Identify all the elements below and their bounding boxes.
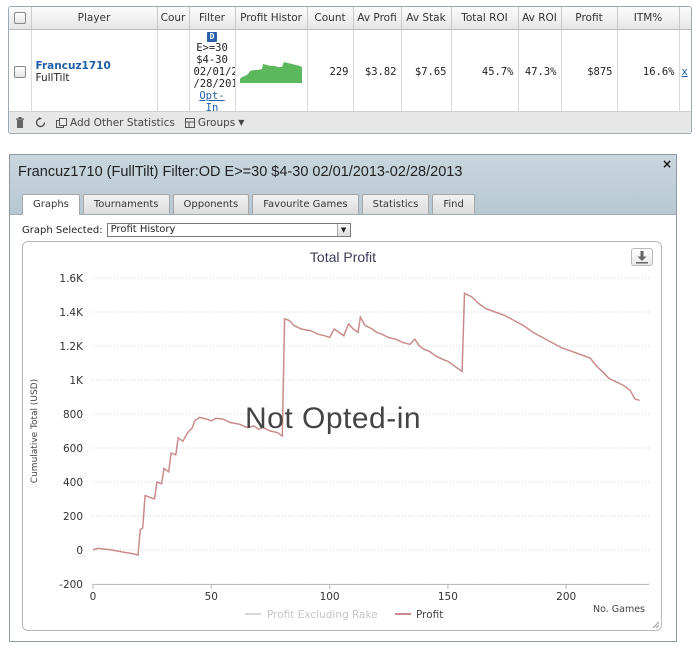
total-roi-cell: 45.7%: [451, 29, 519, 115]
row-checkbox[interactable]: [13, 65, 26, 78]
profit-history-cell: [235, 29, 308, 115]
not-opted-in-watermark: Not Opted-in: [245, 402, 422, 435]
stats-table: Player Cour Filter Profit Histor Count A…: [9, 7, 691, 115]
course-cell: [157, 29, 190, 115]
av-roi-cell: 47.3%: [518, 29, 562, 115]
player-name-link[interactable]: Francuz1710: [36, 60, 153, 72]
y-tick-label: 600: [63, 443, 83, 455]
x-tick-label: 50: [205, 591, 218, 603]
copy-icon: [56, 117, 67, 128]
groups-dropdown[interactable]: Groups ▼: [184, 116, 245, 129]
filter-cell: D E>=30 $4-30 02/01/2 /28/201 Opt-In: [189, 29, 236, 115]
col-header-course[interactable]: Cour: [157, 7, 190, 30]
graph-selected-dropdown[interactable]: Profit History ▼: [106, 223, 351, 237]
tab-find[interactable]: Find: [432, 194, 475, 214]
tab-favourite-games[interactable]: Favourite Games: [252, 194, 359, 214]
x-tick-label: 150: [438, 591, 458, 603]
filter-badge-icon[interactable]: D: [207, 31, 217, 42]
select-all-header[interactable]: [9, 7, 32, 30]
chart-canvas: Total Profit -200 0 200 400 600 800 1K 1.2K 1.4K 1…: [30, 249, 649, 621]
y-tick-label: 0: [76, 545, 83, 557]
chevron-down-icon: ▼: [336, 224, 350, 236]
col-header-av-stake[interactable]: Av Stak: [401, 7, 452, 30]
y-tick-label: -200: [59, 579, 83, 591]
stats-toolbar: Add Other Statistics Groups ▼: [9, 111, 691, 133]
player-site: FullTilt: [35, 71, 70, 84]
col-header-av-profit[interactable]: Av Profi: [353, 7, 402, 30]
itm-cell: 16.6%: [617, 29, 680, 115]
col-header-total-roi[interactable]: Total ROI: [451, 7, 519, 30]
tab-tournaments[interactable]: Tournaments: [82, 194, 170, 214]
x-tick-label: 200: [556, 591, 576, 603]
refresh-button[interactable]: [35, 117, 46, 128]
player-stats-panel: Player Cour Filter Profit Histor Count A…: [8, 6, 692, 134]
filter-line: /28/201: [193, 77, 235, 90]
profit-cell: $875: [561, 29, 618, 115]
col-header-profit[interactable]: Profit: [561, 7, 618, 30]
groups-icon: [184, 117, 195, 128]
chart-title: Total Profit: [310, 249, 376, 265]
y-axis-label: Cumulative Total (USD): [30, 379, 40, 483]
graph-selected-value: Profit History: [110, 224, 176, 235]
close-icon[interactable]: ×: [662, 157, 672, 171]
col-header-filter[interactable]: Filter: [189, 7, 236, 30]
legend-label-profit: Profit: [416, 609, 443, 621]
y-tick-label: 1K: [69, 375, 84, 387]
add-other-statistics-button[interactable]: Add Other Statistics: [56, 117, 175, 129]
graph-window-title: Francuz1710 (FullTilt) Filter:OD E>=30 $…: [18, 164, 463, 180]
graph-tabs: Graphs Tournaments Opponents Favourite G…: [22, 194, 475, 215]
download-icon: [636, 251, 648, 264]
filter-line: 02/01/2: [193, 65, 235, 78]
x-tick-label: 0: [90, 591, 97, 603]
graph-selector-row: Graph Selected: Profit History ▼: [22, 223, 351, 237]
delete-button[interactable]: [15, 117, 25, 128]
player-cell: Francuz1710 FullTilt: [31, 29, 158, 115]
groups-label: Groups: [197, 116, 236, 129]
y-tick-label: 400: [63, 477, 83, 489]
av-stake-cell: $7.65: [401, 29, 452, 115]
graph-window: Francuz1710 (FullTilt) Filter:OD E>=30 $…: [9, 154, 677, 642]
count-cell: 229: [307, 29, 354, 115]
trash-icon: [16, 117, 24, 128]
add-other-statistics-label: Add Other Statistics: [70, 116, 175, 129]
y-tick-label: 800: [63, 409, 83, 421]
table-row: Francuz1710 FullTilt D E>=30 $4-30 02/01…: [9, 29, 691, 115]
tab-opponents[interactable]: Opponents: [172, 194, 250, 214]
download-button[interactable]: [631, 248, 653, 266]
av-profit-cell: $3.82: [353, 29, 402, 115]
col-header-count[interactable]: Count: [307, 7, 354, 30]
y-tick-label: 1.6K: [59, 273, 84, 285]
col-header-actions: [679, 7, 691, 30]
x-axis-label: No. Games: [593, 604, 645, 615]
tab-statistics[interactable]: Statistics: [361, 194, 430, 214]
graph-window-header: Francuz1710 (FullTilt) Filter:OD E>=30 $…: [10, 155, 676, 215]
select-all-checkbox[interactable]: [13, 11, 26, 24]
sparkline-area: [239, 62, 302, 83]
filter-line: $4-30: [196, 53, 228, 66]
graph-selected-label: Graph Selected:: [22, 224, 103, 236]
col-header-av-roi[interactable]: Av ROI: [518, 7, 562, 30]
opt-in-link[interactable]: Opt-In: [194, 90, 231, 114]
filter-line: E>=30: [196, 41, 228, 54]
remove-row-link[interactable]: x: [682, 66, 688, 78]
y-tick-label: 1.2K: [59, 341, 84, 353]
x-tick-label: 100: [320, 591, 340, 603]
profit-sparkline[interactable]: [239, 57, 302, 83]
col-header-player[interactable]: Player: [31, 7, 158, 30]
chevron-down-icon: ▼: [238, 118, 245, 127]
profit-chart: Total Profit -200 0 200 400 600 800 1K 1.2K 1.4K 1…: [22, 241, 662, 631]
col-header-profit-history[interactable]: Profit Histor: [235, 7, 308, 30]
tab-graphs[interactable]: Graphs: [22, 194, 80, 215]
stats-header-row: Player Cour Filter Profit Histor Count A…: [9, 7, 691, 30]
y-tick-label: 200: [63, 511, 83, 523]
refresh-icon: [35, 117, 46, 128]
col-header-itm[interactable]: ITM%: [617, 7, 680, 30]
y-tick-label: 1.4K: [59, 307, 84, 319]
resize-grip-icon[interactable]: [652, 621, 660, 629]
legend-label-profit-excl-rake: Profit Excluding Rake: [267, 609, 378, 621]
